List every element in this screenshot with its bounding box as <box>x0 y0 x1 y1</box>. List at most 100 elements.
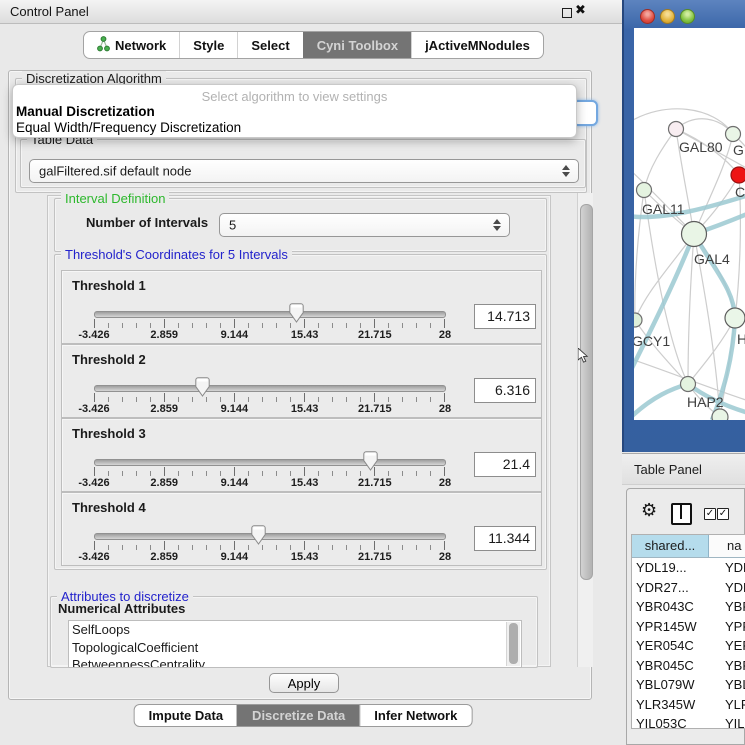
slider-track[interactable] <box>94 385 446 392</box>
tick-label: 15.43 <box>291 551 319 563</box>
table-row[interactable]: YER054CYER0 <box>632 636 745 656</box>
tick-label: 21.715 <box>358 403 392 415</box>
node-label-g: G <box>733 142 744 158</box>
node-label-hap2: HAP2 <box>687 394 724 410</box>
slider-ticks <box>94 467 445 476</box>
tick-label: 2.859 <box>150 329 178 341</box>
slider-thumb[interactable] <box>195 377 210 397</box>
number-of-intervals-select[interactable]: 5 <box>219 213 510 237</box>
threshold-slider[interactable]: -3.4262.8599.14415.4321.71528 <box>94 372 445 414</box>
slider-track[interactable] <box>94 533 446 540</box>
tab-label: Style <box>193 38 224 53</box>
threshold-value-field[interactable]: 6.316 <box>474 378 536 403</box>
tick-label: 21.715 <box>358 551 392 563</box>
threshold-slider[interactable]: -3.4262.8599.14415.4321.71528 <box>94 446 445 488</box>
control-panel-titlebar: Control Panel ✖ <box>0 0 622 24</box>
slider-track[interactable] <box>94 311 446 318</box>
threshold-value-field[interactable]: 21.4 <box>474 452 536 477</box>
tab-discretize-data[interactable]: Discretize Data <box>237 705 359 726</box>
dropdown-hint: Select algorithm to view settings <box>13 89 576 104</box>
close-icon[interactable]: ✖ <box>575 3 586 18</box>
apply-button[interactable]: Apply <box>269 673 339 693</box>
tab-impute-data[interactable]: Impute Data <box>135 705 237 726</box>
cell-name: YBR0 <box>725 658 745 673</box>
table-row[interactable]: YDR27...YDR2 <box>632 578 745 598</box>
threshold-row-3: Threshold 3 -3.4262.8599.14415.4321.71528… <box>61 418 542 492</box>
table-data-value: galFiltered.sif default node <box>39 164 191 179</box>
table-rows: YDL19...YDL1YDR27...YDR2YBR043CYBR0YPR14… <box>632 558 745 729</box>
close-traffic-light-icon[interactable] <box>640 9 655 24</box>
slider-thumb[interactable] <box>363 451 378 471</box>
node-label-gcy1: GCY1 <box>634 333 670 349</box>
threshold-label: Threshold 3 <box>72 426 146 441</box>
panel-scrollbar[interactable] <box>577 193 593 667</box>
threshold-value-field[interactable]: 11.344 <box>474 526 536 551</box>
split-view-icon[interactable] <box>671 503 692 525</box>
threshold-row-1: Threshold 1-3.4262.8599.14415.4321.71528… <box>61 270 542 344</box>
attributes-scrollbar[interactable] <box>506 622 520 666</box>
table-row[interactable]: YBR043CYBR0 <box>632 597 745 617</box>
slider-ticks <box>94 541 445 550</box>
minimize-traffic-light-icon[interactable] <box>660 9 675 24</box>
slider-thumb[interactable] <box>289 303 304 323</box>
attributes-scrollbar-thumb[interactable] <box>509 623 518 664</box>
table-data-select[interactable]: galFiltered.sif default node <box>29 159 579 183</box>
network-node[interactable] <box>725 308 745 328</box>
table-row[interactable]: YIL053CYIL0 <box>632 714 745 729</box>
table-panel-title: Table Panel <box>634 462 702 477</box>
network-node[interactable] <box>682 222 707 247</box>
tab-select[interactable]: Select <box>237 32 302 58</box>
network-canvas[interactable]: GAL80GCGAL11GAL4GCY1HHAP2 <box>634 28 745 420</box>
panel-scrollbar-thumb[interactable] <box>580 204 593 580</box>
dropdown-option-manual-discretization[interactable]: Manual Discretization <box>16 104 573 120</box>
network-node[interactable] <box>669 122 684 137</box>
table-row[interactable]: YBR045CYBR0 <box>632 656 745 676</box>
tab-infer-network[interactable]: Infer Network <box>359 705 471 726</box>
network-node[interactable] <box>726 127 741 142</box>
tab-cyni-toolbox[interactable]: Cyni Toolbox <box>303 32 411 58</box>
tab-jactivemnodules[interactable]: jActiveMNodules <box>411 32 543 58</box>
tick-label: 2.859 <box>150 403 178 415</box>
network-node[interactable] <box>637 183 652 198</box>
threshold-label: Threshold 2 <box>72 352 146 367</box>
node-label-gal4: GAL4 <box>694 251 730 267</box>
attribute-item-topologicalcoefficient[interactable]: TopologicalCoefficient <box>69 639 521 657</box>
threshold-value-field[interactable]: 14.713 <box>474 304 536 329</box>
cell-shared-name: YDL19... <box>636 560 687 575</box>
node-table[interactable]: shared... na YDL19...YDL1YDR27...YDR2YBR… <box>631 534 745 729</box>
column-header-shared-name[interactable]: shared... <box>632 535 709 557</box>
table-row[interactable]: YPR145WYPR1 <box>632 617 745 637</box>
table-row[interactable]: YBL079WYBL0 <box>632 675 745 695</box>
network-node[interactable] <box>681 377 696 392</box>
tab-label: jActiveMNodules <box>425 38 530 53</box>
table-row[interactable]: YDL19...YDL1 <box>632 558 745 578</box>
table-row[interactable]: YLR345WYLR3 <box>632 695 745 715</box>
checkbox-icon[interactable]: ✓ <box>704 508 716 520</box>
tick-label: 9.144 <box>221 477 249 489</box>
tab-style[interactable]: Style <box>179 32 237 58</box>
attribute-item-selfloops[interactable]: SelfLoops <box>69 621 521 639</box>
column-header-name[interactable]: na <box>709 535 745 557</box>
dropdown-option-equal-width-frequency-discretization[interactable]: Equal Width/Frequency Discretization <box>16 120 573 136</box>
table-data-group: Table Data galFiltered.sif default node <box>20 139 586 188</box>
network-node[interactable] <box>634 313 642 327</box>
network-node[interactable] <box>712 409 728 420</box>
checkbox-icon[interactable]: ✓ <box>717 508 729 520</box>
zoom-traffic-light-icon[interactable] <box>680 9 695 24</box>
float-window-icon[interactable] <box>562 8 572 18</box>
cell-shared-name: YBL079W <box>636 677 695 692</box>
tick-label: -3.426 <box>78 329 109 341</box>
network-node[interactable] <box>731 167 745 183</box>
tab-label: Select <box>251 38 289 53</box>
slider-thumb[interactable] <box>251 525 266 545</box>
network-view-window: GAL80GCGAL11GAL4GCY1HHAP2 <box>622 0 745 452</box>
tick-label: 15.43 <box>291 329 319 341</box>
table-settings-gear-icon[interactable]: ⚙ <box>641 500 657 521</box>
threshold-slider[interactable]: -3.4262.8599.14415.4321.71528 <box>94 520 445 562</box>
tick-label: 15.43 <box>291 403 319 415</box>
tab-network[interactable]: Network <box>84 32 179 58</box>
attribute-item-betweennesscentrality[interactable]: BetweennessCentrality <box>69 656 521 668</box>
threshold-slider[interactable]: -3.4262.8599.14415.4321.71528 <box>94 298 445 340</box>
numerical-attributes-list[interactable]: SelfLoopsTopologicalCoefficientBetweenne… <box>68 620 522 668</box>
slider-track[interactable] <box>94 459 446 466</box>
